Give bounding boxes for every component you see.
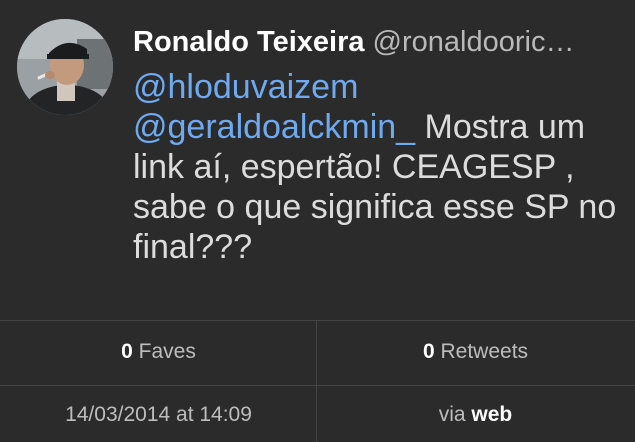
retweets-label: Retweets	[434, 340, 529, 363]
timestamp: 14/03/2014 at 14:09	[65, 403, 252, 426]
tweet-header: Ronaldo Teixeira @ronaldooric…	[133, 22, 623, 62]
mention-link[interactable]: @hloduvaizem	[133, 68, 358, 106]
mention-link[interactable]: @geraldoalckmin_	[133, 108, 415, 146]
retweets-stat[interactable]: 0 Retweets	[317, 340, 634, 364]
tweet-text: @hloduvaizem @geraldoalckmin_ Mostra um l…	[133, 67, 623, 267]
tweet-card: Ronaldo Teixeira @ronaldooric… @hloduvaiz…	[0, 0, 635, 442]
retweets-count: 0	[422, 340, 435, 363]
faves-label: Faves	[132, 340, 196, 363]
via-prefix: via	[438, 403, 472, 426]
source-info: via web	[317, 403, 634, 427]
author-name[interactable]: Ronaldo Teixeira	[133, 26, 365, 58]
faves-stat[interactable]: 0 Faves	[0, 340, 317, 364]
divider	[0, 320, 635, 321]
avatar-image	[17, 19, 113, 115]
divider	[0, 385, 635, 386]
author-handle[interactable]: @ronaldooric…	[373, 26, 575, 58]
faves-count: 0	[121, 340, 133, 363]
avatar[interactable]	[17, 19, 113, 115]
source-link[interactable]: web	[471, 403, 512, 426]
